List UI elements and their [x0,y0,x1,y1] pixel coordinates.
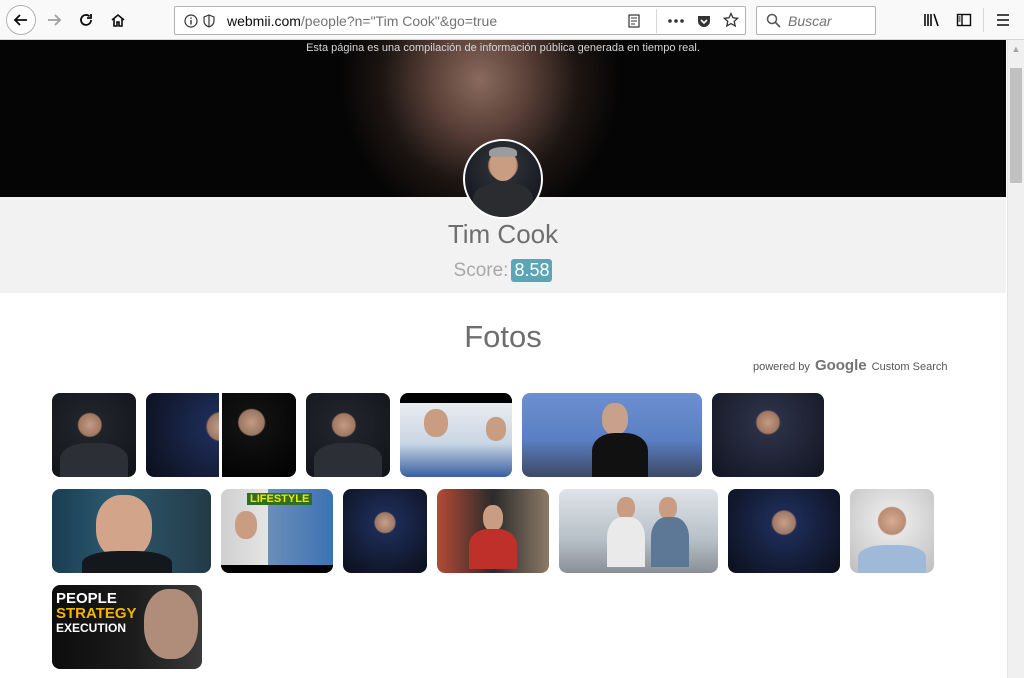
more-icon[interactable] [667,18,685,24]
menu-icon [997,14,1009,26]
powered-by-label: powered by [753,361,810,373]
avatar-body [473,183,533,217]
banner-note: Esta página es una compilación de inform… [306,42,700,54]
url-path: /people?n="Tim Cook"&go=true [300,13,498,29]
thumb-overlay-lifestyle: LIFESTYLE [247,493,313,505]
bookmark-star-icon[interactable] [723,12,739,28]
sidebar-icon [956,13,972,27]
menu-button[interactable] [989,6,1017,34]
info-icon[interactable] [184,14,198,28]
photo-thumbnail[interactable]: LIFESTYLE [221,489,333,573]
search-icon [766,13,781,28]
forward-icon [48,14,62,26]
library-icon [924,13,939,27]
photo-thumbnail[interactable] [712,393,824,477]
library-button[interactable] [918,6,946,34]
search-bar[interactable]: Buscar [756,6,876,35]
photo-thumbnail[interactable] [728,489,840,573]
photo-thumbnail[interactable] [52,489,211,573]
url-host: webmii.com [227,13,301,29]
overlay-line-2: STRATEGY [56,605,137,622]
photo-thumbnail[interactable] [559,489,718,573]
overlay-line-3: EXECUTION [56,621,127,635]
score-badge: 8.58 [511,259,553,282]
avatar[interactable] [463,139,543,219]
avatar-hair [489,147,517,157]
scroll-thumb[interactable] [1010,68,1022,183]
powered-by-google[interactable]: powered by Google Custom Search [753,357,947,374]
url-separator [656,9,657,33]
page-content: Esta página es una compilación de inform… [0,40,1006,678]
toolbar-separator [983,8,984,32]
shield-icon[interactable] [203,14,215,28]
photo-thumbnail[interactable] [400,393,512,477]
overlay-line-1: PEOPLE [56,590,117,607]
scroll-up-arrow-icon[interactable]: ▲ [1008,40,1024,57]
custom-search-label: Custom Search [871,361,948,373]
photo-thumbnail[interactable] [343,489,427,573]
photos-section-title: Fotos [464,319,542,354]
photo-thumbnail[interactable] [146,393,296,477]
photo-thumbnail[interactable] [437,489,549,573]
pocket-icon[interactable] [696,13,712,29]
photo-thumbnail[interactable] [522,393,702,477]
browser-toolbar: webmii.com/people?n="Tim Cook"&go=true B… [0,0,1024,40]
page-scrollbar[interactable]: ▲ [1007,40,1024,678]
home-icon [111,13,125,27]
reload-icon [80,14,92,26]
profile-score: Score: 8.58 [0,259,1006,282]
reload-button[interactable] [72,6,100,34]
photo-thumbnail[interactable] [306,393,390,477]
url-bar[interactable]: webmii.com/people?n="Tim Cook"&go=true [174,6,746,35]
reader-view-icon[interactable] [627,14,641,28]
home-button[interactable] [104,6,132,34]
search-placeholder: Buscar [788,13,832,29]
photo-thumbnail[interactable] [52,393,136,477]
back-button[interactable] [6,5,36,35]
photo-thumbnail[interactable]: PEOPLE STRATEGY EXECUTION [52,585,202,669]
forward-button[interactable] [40,6,68,34]
sidebar-button[interactable] [950,6,978,34]
google-logo: Google [814,357,867,374]
photo-thumbnail[interactable] [850,489,934,573]
thumb-overlay-people: PEOPLE STRATEGY EXECUTION [56,591,137,636]
back-icon [13,14,27,26]
url-text[interactable]: webmii.com/people?n="Tim Cook"&go=true [227,13,497,29]
score-label: Score: [453,260,509,281]
profile-name: Tim Cook [447,219,559,249]
